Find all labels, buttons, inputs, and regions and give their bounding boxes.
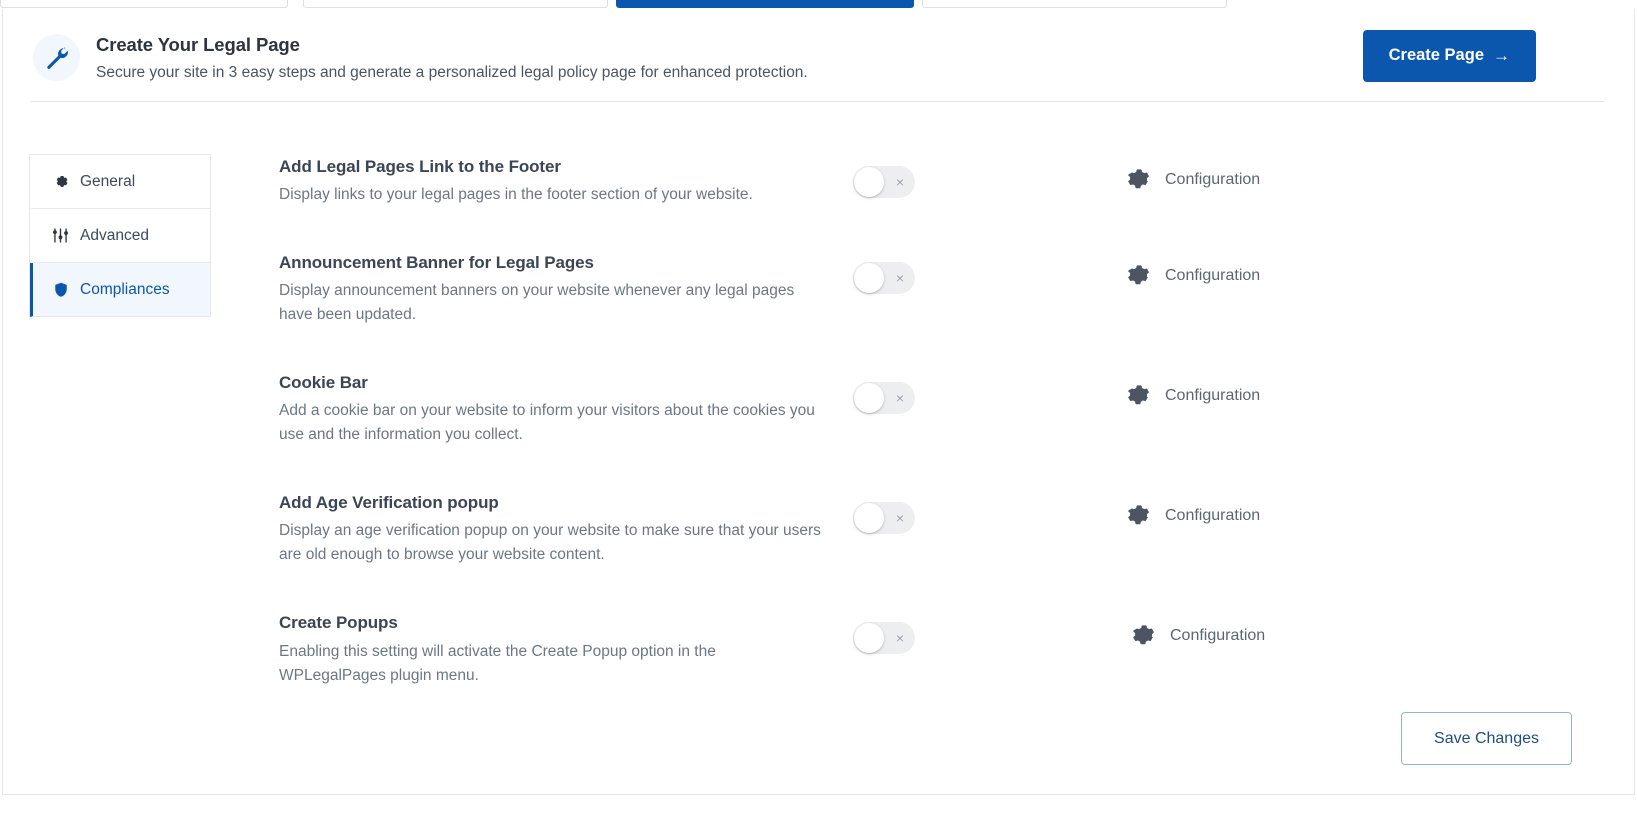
setting-info: Cookie Bar Add a cookie bar on your websi… (279, 370, 824, 447)
setting-row: Add Legal Pages Link to the Footer Displa… (279, 154, 1634, 207)
wrench-icon (33, 33, 80, 81)
setting-title: Add Age Verification popup (279, 493, 499, 513)
setting-title: Create Popups (279, 613, 398, 633)
toggle-knob (854, 263, 884, 294)
setting-toggle[interactable]: × (853, 166, 915, 198)
setting-info: Announcement Banner for Legal Pages Displ… (279, 250, 824, 327)
setting-control: × (824, 370, 1124, 415)
configuration-label: Configuration (1165, 267, 1261, 285)
page-body: General Advanced Compliances Add Legal Pag… (3, 102, 1634, 688)
sidebar-item-label: Compliances (80, 280, 170, 298)
setting-control: × (824, 490, 1124, 535)
configuration-link[interactable]: Configuration (1124, 250, 1260, 290)
settings-sidebar: General Advanced Compliances (29, 154, 211, 317)
setting-info: Add Age Verification popup Display an age… (279, 490, 824, 567)
setting-info: Create Popups Enabling this setting will … (279, 610, 824, 687)
configuration-link[interactable]: Configuration (1124, 370, 1260, 410)
setting-title: Add Legal Pages Link to the Footer (279, 157, 561, 176)
sliders-icon (52, 227, 69, 244)
toggle-knob (854, 623, 884, 654)
toggle-knob (854, 383, 884, 414)
sidebar-item-general[interactable]: General (30, 155, 210, 209)
header-divider (31, 101, 1604, 102)
step-chip-1[interactable] (0, 0, 288, 8)
configuration-link[interactable]: Configuration (1124, 154, 1260, 194)
header-text: Create Your Legal Page Secure your site … (96, 31, 808, 84)
setting-description: Display an age verification popup on you… (279, 522, 821, 564)
configuration-link[interactable]: Configuration (1129, 610, 1265, 650)
gear-icon (1124, 262, 1152, 290)
configuration-label: Configuration (1165, 387, 1261, 405)
configuration-label: Configuration (1165, 171, 1261, 188)
configuration-label: Configuration (1170, 627, 1266, 645)
sidebar-item-advanced[interactable]: Advanced (30, 209, 210, 263)
setting-title: Announcement Banner for Legal Pages (279, 253, 594, 273)
step-chip-3[interactable] (616, 0, 914, 8)
close-icon: × (895, 510, 904, 527)
setting-control: × (824, 610, 1124, 655)
gear-icon (1129, 622, 1157, 650)
settings-card: Create Your Legal Page Secure your site … (2, 9, 1635, 795)
setting-row: Announcement Banner for Legal Pages Displ… (279, 250, 1634, 327)
setting-description: Add a cookie bar on your website to info… (279, 402, 815, 444)
settings-list: Add Legal Pages Link to the Footer Displa… (211, 154, 1634, 688)
setting-description: Enabling this setting will activate the … (279, 642, 716, 684)
sidebar-item-compliances[interactable]: Compliances (30, 263, 210, 317)
setting-title: Cookie Bar (279, 373, 368, 393)
configuration-link[interactable]: Configuration (1124, 490, 1260, 530)
page-subtitle: Secure your site in 3 easy steps and gen… (96, 63, 808, 81)
close-icon: × (895, 390, 904, 407)
shield-icon (52, 281, 69, 298)
setting-toggle[interactable]: × (853, 502, 915, 535)
setting-control: × (824, 250, 1124, 295)
setting-row: Create Popups Enabling this setting will … (279, 610, 1634, 687)
setting-row: Add Age Verification popup Display an age… (279, 490, 1634, 567)
setting-description: Display links to your legal pages in the… (279, 186, 753, 204)
toggle-knob (854, 167, 884, 197)
close-icon: × (895, 174, 904, 190)
gear-icon (1124, 166, 1152, 194)
gear-icon (1124, 502, 1152, 530)
arrow-right-icon: → (1493, 45, 1510, 65)
close-icon: × (895, 270, 904, 287)
app-screen: Create Your Legal Page Secure your site … (0, 0, 1637, 826)
step-chip-2[interactable] (303, 0, 608, 8)
setting-toggle[interactable]: × (853, 622, 915, 655)
step-indicator-strip (0, 0, 1637, 9)
setting-toggle[interactable]: × (853, 262, 915, 295)
page-header: Create Your Legal Page Secure your site … (3, 9, 1634, 102)
step-chip-4[interactable] (922, 0, 1227, 8)
header-left: Create Your Legal Page Secure your site … (33, 27, 1363, 84)
toggle-knob (854, 503, 884, 534)
setting-row: Cookie Bar Add a cookie bar on your websi… (279, 370, 1634, 447)
setting-control: × (824, 154, 1124, 198)
footer-actions: Save Changes (1401, 712, 1572, 765)
save-changes-button[interactable]: Save Changes (1401, 712, 1572, 765)
gear-icon (52, 173, 69, 190)
create-page-button[interactable]: Create Page → (1362, 29, 1536, 82)
setting-info: Add Legal Pages Link to the Footer Displa… (279, 154, 824, 207)
setting-toggle[interactable]: × (853, 382, 915, 415)
sidebar-item-label: Advanced (80, 226, 149, 244)
create-page-label: Create Page (1388, 46, 1484, 64)
sidebar-item-label: General (80, 172, 136, 190)
configuration-label: Configuration (1165, 507, 1261, 525)
page-title: Create Your Legal Page (96, 33, 300, 55)
gear-icon (1124, 382, 1152, 410)
setting-description: Display announcement banners on your web… (279, 282, 795, 324)
close-icon: × (895, 630, 904, 647)
